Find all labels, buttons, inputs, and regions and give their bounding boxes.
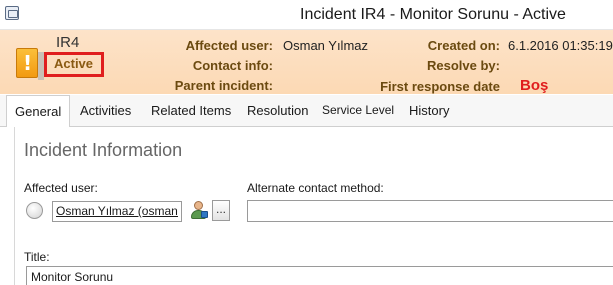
tab-general[interactable]: General [6,95,71,128]
section-title: Incident Information [24,140,183,160]
content-left-border [14,127,15,285]
title-input[interactable] [26,266,613,285]
first-response-label: First response date [380,79,500,94]
affected-user-field-label: Affected user: [24,181,98,195]
parent-incident-label: Parent incident: [174,78,273,93]
window-app-icon[interactable] [5,6,19,20]
tab-bar: General Activities Related Items Resolut… [0,95,613,128]
title-input-value: Monitor Sorunu [31,270,114,284]
annotation-text: Boş [520,77,549,94]
affected-user-label: Affected user: [185,38,273,53]
created-on-label: Created on: [427,38,500,53]
created-on-value: 6.1.2016 01:35:19 [508,38,613,53]
window-title: Incident IR4 - Monitor Sorunu - Active [300,6,566,23]
affected-user-link[interactable]: Osman Yılmaz (osman. [56,204,178,218]
tab-history[interactable]: History [409,95,449,127]
affected-user-value: Osman Yılmaz [283,38,369,53]
tab-resolution[interactable]: Resolution [247,95,308,127]
title-field-label: Title: [24,250,50,264]
tab-service-level[interactable]: Service Level [322,95,394,127]
tab-related-items[interactable]: Related Items [151,95,231,127]
resolve-by-label: Resolve by: [427,58,500,73]
alert-exclamation-icon: ! [16,48,38,78]
user-picker-icon[interactable] [189,199,209,221]
incident-id: IR4 [56,34,80,51]
contact-info-label: Contact info: [192,58,273,73]
status-badge: Active [54,56,94,71]
user-status-radio[interactable] [26,202,43,219]
tab-activities[interactable]: Activities [80,95,131,127]
alternate-contact-label: Alternate contact method: [247,181,384,195]
alternate-contact-input[interactable] [247,200,613,222]
title-bar: Incident IR4 - Monitor Sorunu - Active [0,0,613,30]
more-button[interactable]: ... [212,200,230,221]
